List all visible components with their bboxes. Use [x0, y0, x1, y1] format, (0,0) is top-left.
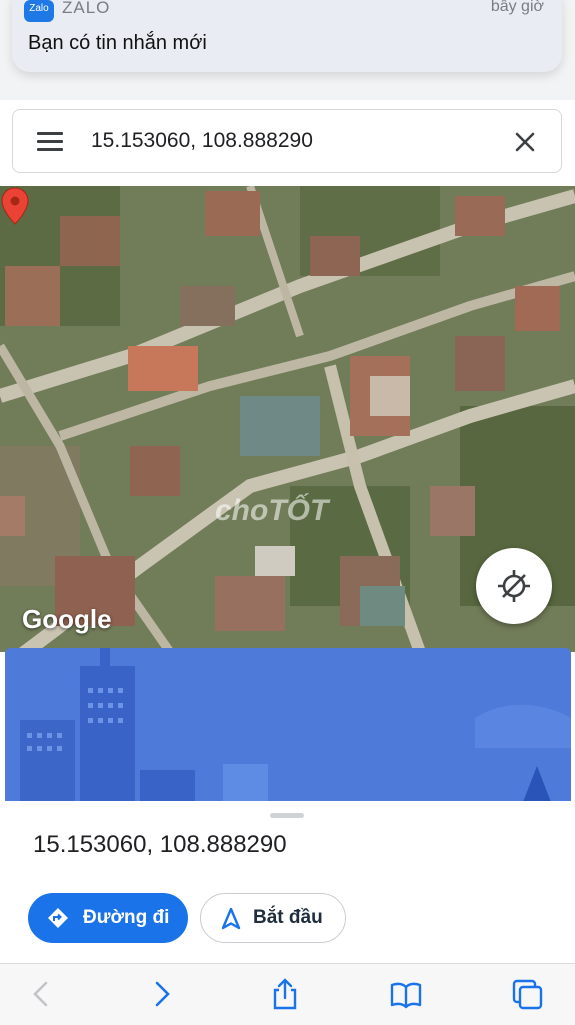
city-illustration	[5, 648, 571, 802]
drag-handle[interactable]	[270, 813, 304, 818]
place-coordinates: 15.153060, 108.888290	[33, 831, 287, 858]
search-bar	[12, 109, 562, 173]
browser-toolbar	[0, 963, 575, 1025]
directions-button[interactable]: Đường đi	[28, 893, 188, 943]
city-illustration-banner	[5, 648, 571, 802]
watermark: choTỐT	[215, 494, 329, 527]
menu-icon[interactable]	[37, 132, 63, 152]
navigation-arrow-icon	[221, 908, 241, 930]
tabs-icon[interactable]	[511, 978, 543, 1010]
close-icon[interactable]	[513, 130, 537, 154]
notification-message: Bạn có tin nhắn mới	[28, 32, 207, 54]
bookmarks-icon[interactable]	[390, 978, 422, 1010]
start-button[interactable]: Bắt đầu	[200, 893, 346, 943]
zalo-icon-text: Zalo	[29, 3, 49, 14]
satellite-map[interactable]: Google choTỐT	[0, 186, 575, 652]
forward-icon[interactable]	[146, 978, 178, 1010]
notification-banner[interactable]: Zalo ZALO bây giờ Bạn có tin nhắn mới	[12, 0, 562, 72]
zalo-app-icon: Zalo	[24, 0, 54, 22]
location-pin-icon[interactable]	[0, 186, 30, 226]
my-location-icon	[498, 570, 530, 602]
search-input[interactable]	[89, 128, 493, 154]
my-location-button[interactable]	[476, 548, 552, 624]
start-label: Bắt đầu	[253, 907, 323, 928]
share-icon[interactable]	[269, 978, 301, 1010]
directions-label: Đường đi	[83, 907, 170, 928]
directions-icon	[48, 908, 68, 928]
google-logo: Google	[22, 604, 112, 634]
back-icon[interactable]	[26, 978, 58, 1010]
notification-app-name: ZALO	[62, 0, 111, 17]
place-panel: 15.153060, 108.888290 Đường đi Bắt đầu	[0, 801, 575, 963]
notification-time: bây giờ	[490, 0, 544, 15]
